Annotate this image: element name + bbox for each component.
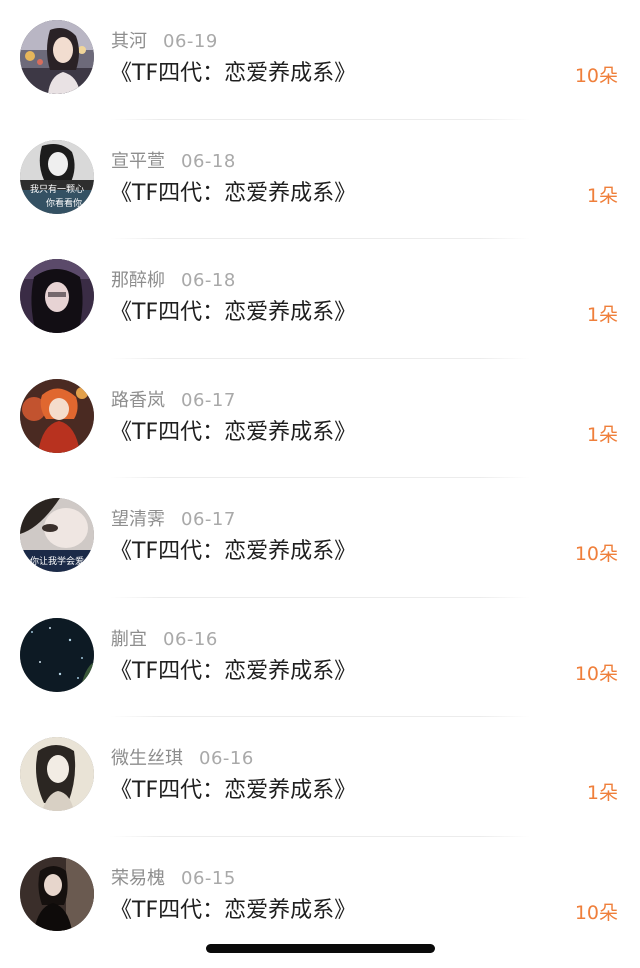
work-title: 《TF四代：恋爱养成系》: [110, 539, 357, 564]
home-indicator[interactable]: [206, 944, 435, 953]
gift-date: 06-19: [163, 31, 218, 52]
avatar[interactable]: [20, 737, 94, 811]
sender-meta: 宣平萱 06-18: [111, 149, 236, 175]
gift-date: 06-18: [181, 270, 236, 291]
sender-name: 蒯宜: [111, 628, 147, 650]
work-title: 《TF四代：恋爱养成系》: [110, 180, 357, 206]
flower-amount: 1朵: [586, 423, 618, 446]
flower-amount: 1朵: [586, 782, 618, 804]
gift-list: 其河 06-19 《TF四代：恋爱养成系》 10朵 我只有一颗心 你看看你 宣平萱…: [0, 0, 640, 956]
list-item[interactable]: 我只有一颗心 你看看你 宣平萱 06-18 《TF四代：恋爱养成系》 1朵: [0, 120, 640, 240]
sender-name: 路香岚: [111, 389, 165, 411]
flower-amount: 1朵: [586, 184, 618, 207]
sender-name: 望清霁: [111, 509, 165, 530]
avatar[interactable]: [20, 856, 94, 931]
list-item[interactable]: 蒯宜 06-16 《TF四代：恋爱养成系》 10朵: [0, 598, 640, 718]
sender-name: 那醉柳: [111, 270, 165, 291]
sender-meta: 微生丝琪 06-16: [111, 746, 254, 772]
avatar-caption: 我只有一颗心: [30, 183, 84, 195]
avatar[interactable]: [20, 20, 94, 94]
avatar-caption: 你让我学会爱: [30, 555, 84, 567]
list-item[interactable]: 路香岚 06-17 《TF四代：恋爱养成系》 1朵: [0, 359, 640, 479]
flower-amount: 10朵: [574, 662, 618, 685]
gift-date: 06-15: [181, 867, 236, 889]
work-title: 《TF四代：恋爱养成系》: [110, 897, 357, 923]
gift-date: 06-17: [181, 389, 236, 411]
work-title: 《TF四代：恋爱养成系》: [110, 61, 357, 86]
sender-name: 荣易槐: [111, 867, 165, 889]
gift-date: 06-18: [181, 150, 236, 172]
avatar[interactable]: [20, 617, 94, 692]
sender-meta: 其河 06-19: [111, 29, 218, 55]
avatar-night-sky-icon: [20, 617, 94, 692]
avatar-caption: 你看看你: [46, 197, 82, 209]
avatar[interactable]: 我只有一颗心 你看看你: [20, 139, 94, 214]
sender-meta: 那醉柳 06-18: [111, 268, 236, 294]
avatar-girl-red-dress-icon: [20, 378, 94, 453]
avatar-girl-city-lights-icon: [20, 20, 94, 94]
avatar-girl-blur-icon: 你让我学会爱: [20, 498, 94, 572]
work-title: 《TF四代：恋爱养成系》: [110, 658, 357, 684]
gift-date: 06-16: [163, 628, 218, 650]
work-title: 《TF四代：恋爱养成系》: [110, 419, 357, 445]
avatar[interactable]: [20, 378, 94, 453]
avatar-girl-dark-icon: [20, 259, 94, 333]
sender-name: 微生丝琪: [111, 748, 183, 769]
avatar-girl-bw-icon: 我只有一颗心 你看看你: [20, 139, 94, 214]
avatar[interactable]: 你让我学会爱: [20, 498, 94, 572]
sender-meta: 荣易槐 06-15: [111, 866, 236, 892]
avatar[interactable]: [20, 259, 94, 333]
list-item[interactable]: 那醉柳 06-18 《TF四代：恋爱养成系》 1朵: [0, 239, 640, 359]
list-item[interactable]: 其河 06-19 《TF四代：恋爱养成系》 10朵: [0, 0, 640, 120]
gift-date: 06-17: [181, 509, 236, 530]
flower-amount: 10朵: [574, 901, 618, 924]
flower-amount: 10朵: [574, 65, 618, 87]
sender-meta: 蒯宜 06-16: [111, 627, 218, 653]
work-title: 《TF四代：恋爱养成系》: [110, 778, 357, 803]
work-title: 《TF四代：恋爱养成系》: [110, 300, 357, 325]
sender-meta: 路香岚 06-17: [111, 388, 236, 414]
list-item[interactable]: 荣易槐 06-15 《TF四代：恋爱养成系》 10朵: [0, 837, 640, 957]
list-item[interactable]: 微生丝琪 06-16 《TF四代：恋爱养成系》 1朵: [0, 717, 640, 837]
gift-date: 06-16: [199, 748, 254, 769]
list-item[interactable]: 你让我学会爱 望清霁 06-17 《TF四代：恋爱养成系》 10朵: [0, 478, 640, 598]
sender-meta: 望清霁 06-17: [111, 507, 236, 533]
flower-amount: 1朵: [586, 304, 618, 326]
sender-name: 宣平萱: [111, 150, 165, 172]
avatar-girl-dark-room-icon: [20, 856, 94, 931]
flower-amount: 10朵: [574, 543, 618, 565]
avatar-girl-sketch-icon: [20, 737, 94, 811]
sender-name: 其河: [111, 31, 147, 52]
